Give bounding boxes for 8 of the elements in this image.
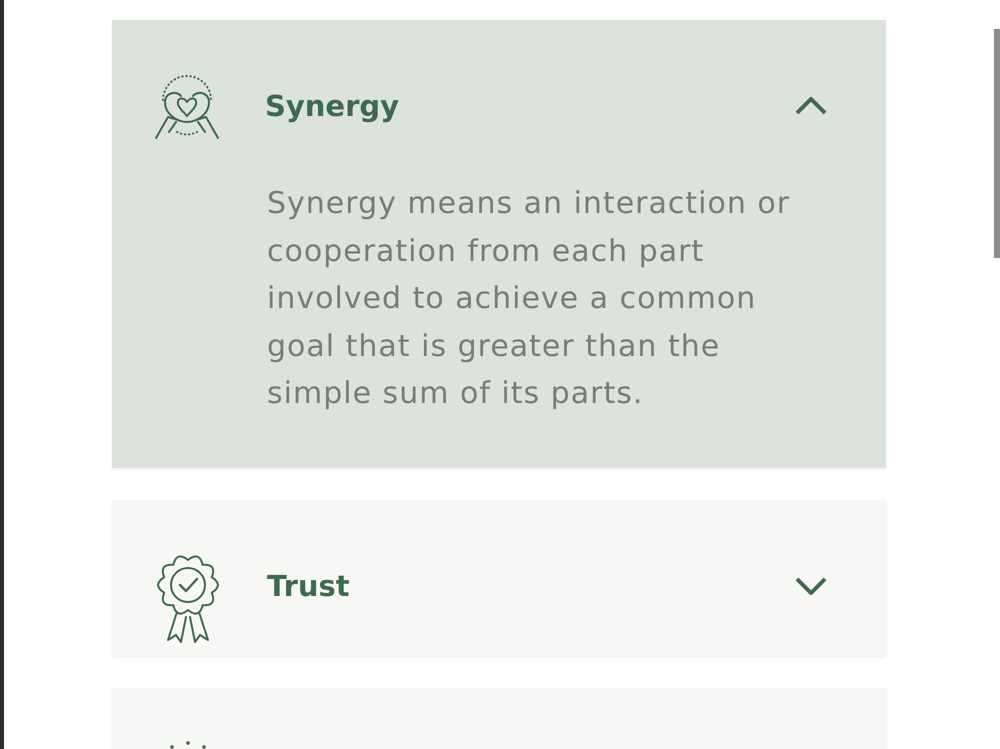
dots-icon xyxy=(168,740,208,749)
chevron-down-icon[interactable] xyxy=(794,576,828,596)
accordion-body-text: Synergy means an interaction or cooperation from each part involved to achieve a common goal that is greater than the simple sum of its parts. xyxy=(267,185,792,413)
scrollbar-thumb[interactable] xyxy=(994,29,1000,258)
accordion-title[interactable]: Trust xyxy=(267,552,794,620)
chevron-up-icon[interactable] xyxy=(794,96,828,116)
hands-heart-icon xyxy=(153,72,221,140)
accordion-title[interactable]: Synergy xyxy=(265,72,794,140)
